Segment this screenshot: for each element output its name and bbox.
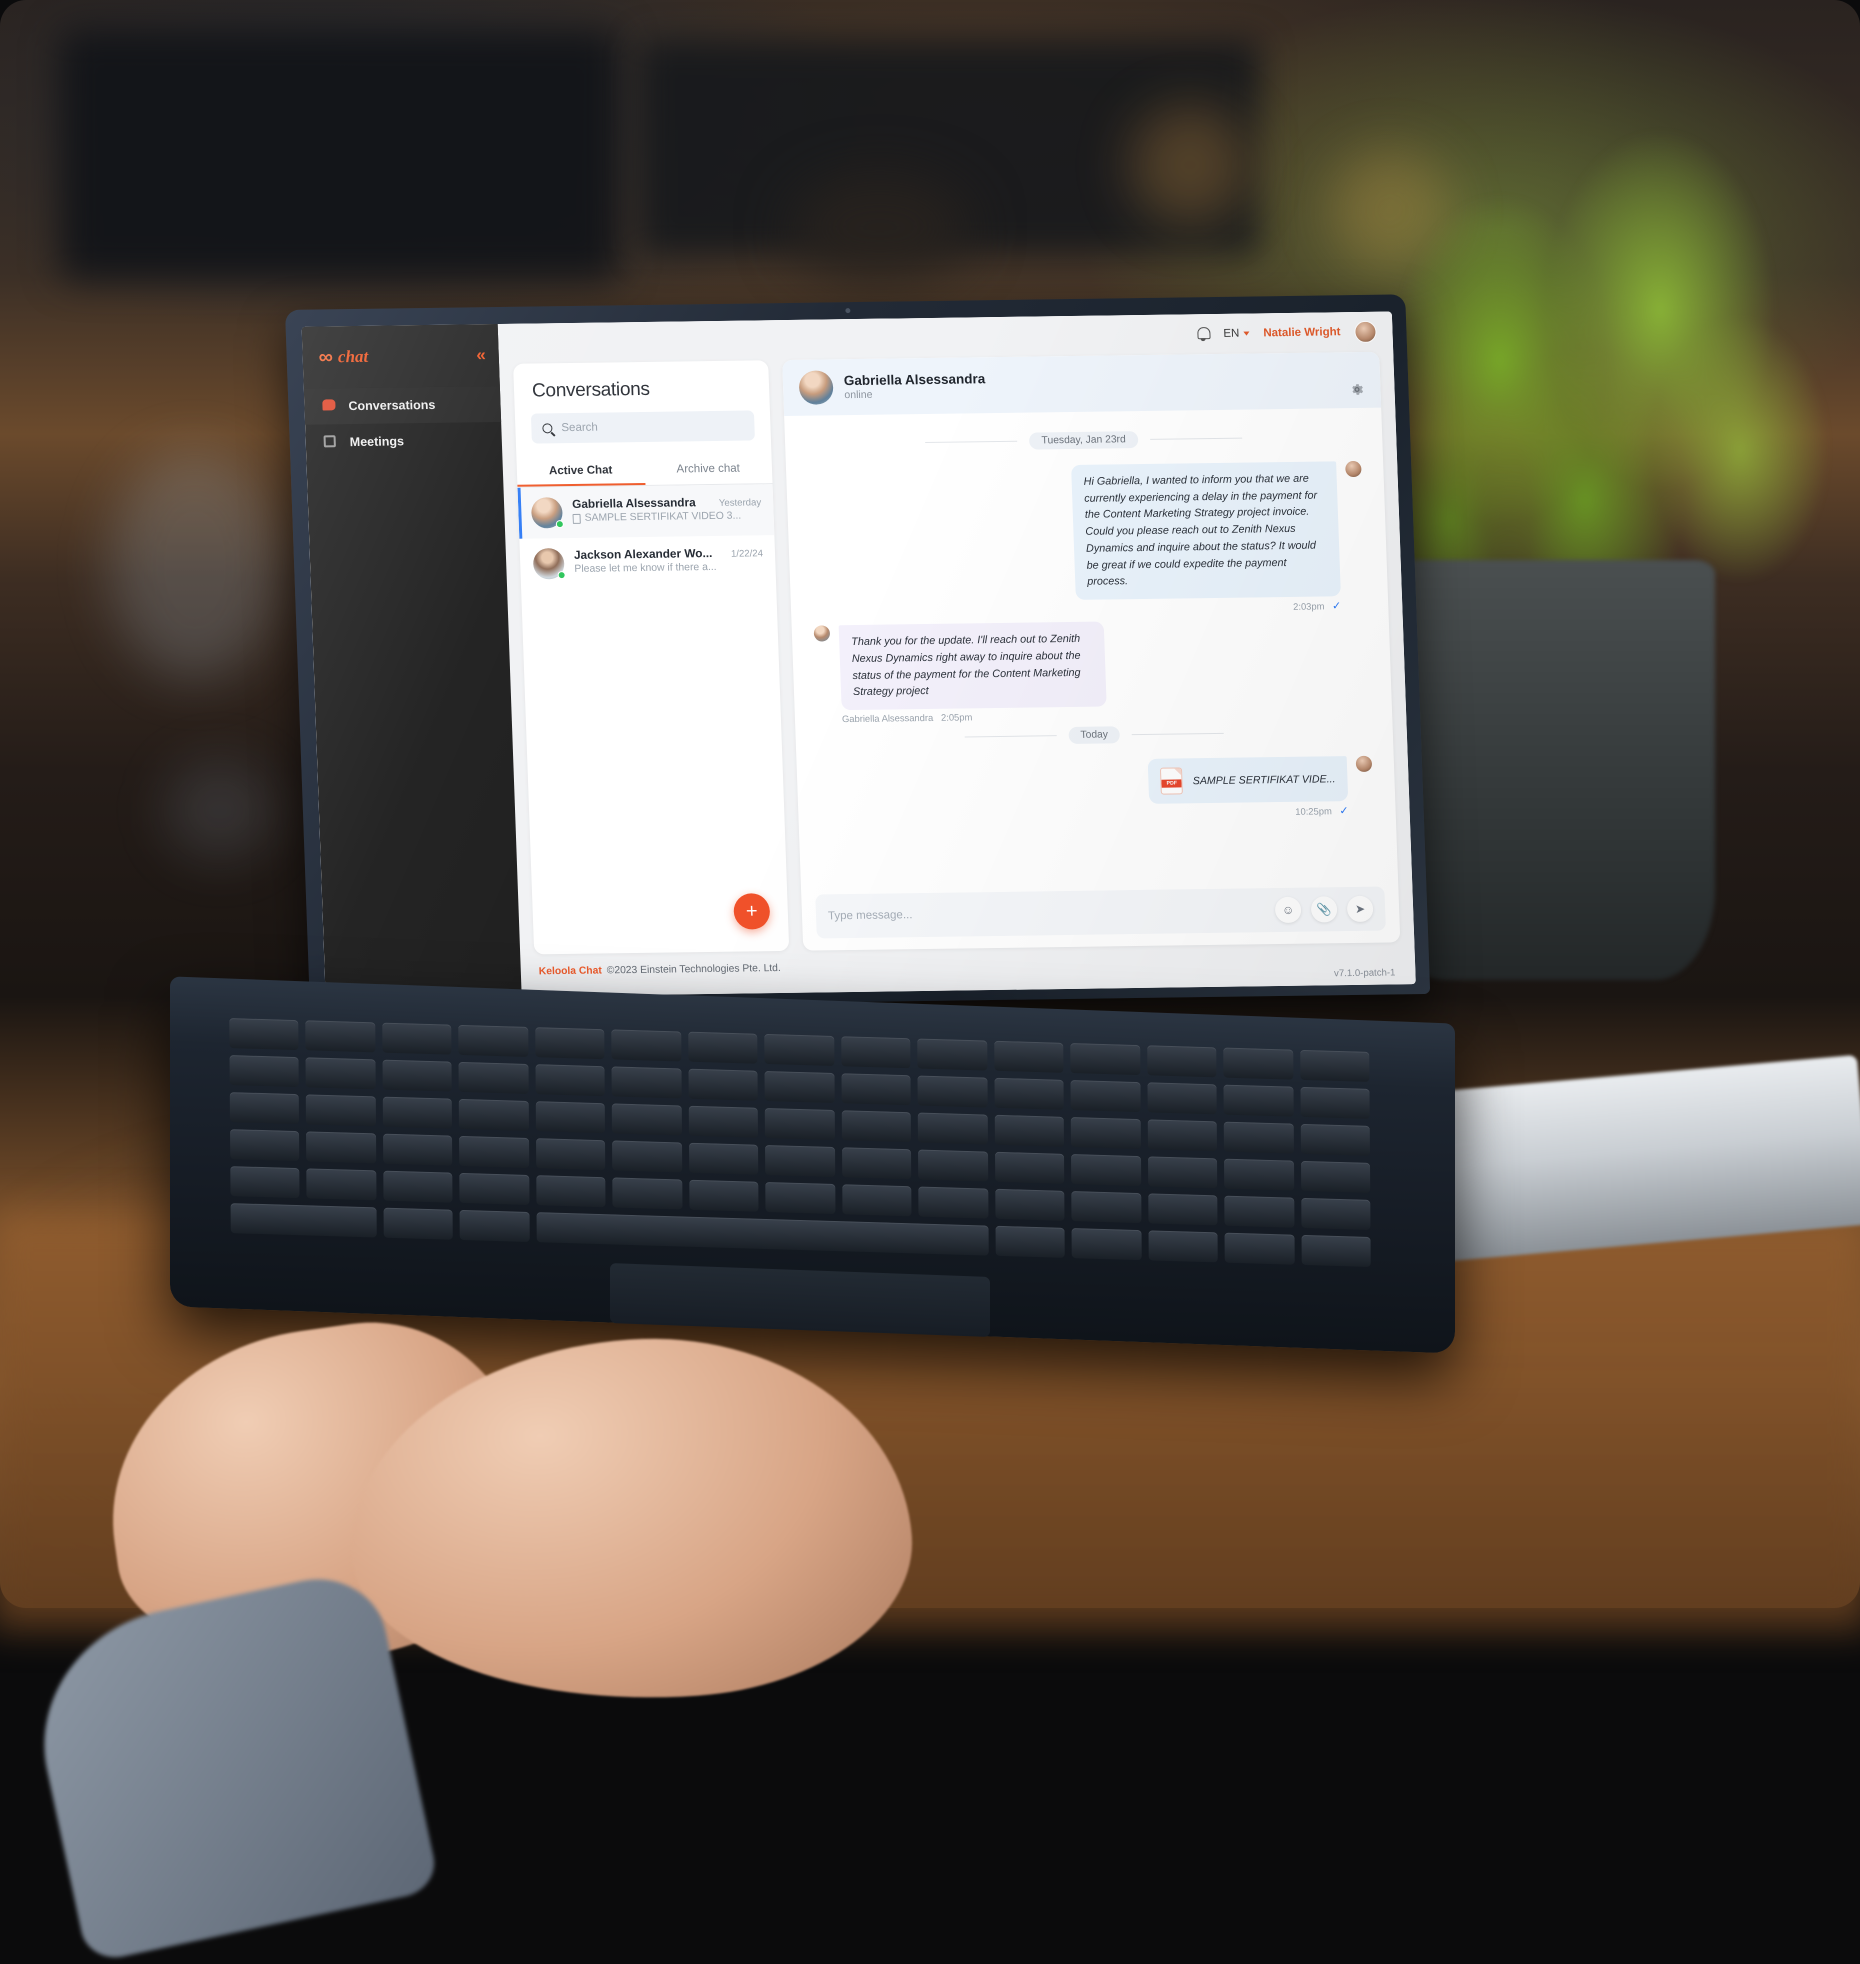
footer-brand[interactable]: Keloola Chat bbox=[539, 965, 602, 977]
message-meta: 2:03pm ✓ bbox=[1076, 599, 1342, 616]
search-icon bbox=[542, 423, 552, 433]
webcam-icon bbox=[845, 308, 850, 313]
pdf-label: PDF bbox=[1162, 779, 1182, 787]
avatar bbox=[799, 370, 834, 404]
conversation-preview-text: Please let me know if there a... bbox=[574, 562, 716, 575]
message-composer: ☺ 📎 ➤ bbox=[815, 887, 1386, 939]
online-status-dot bbox=[558, 571, 566, 579]
bg-light-1 bbox=[1130, 105, 1250, 225]
conversation-time: 1/22/24 bbox=[731, 548, 763, 559]
message-thread: Tuesday, Jan 23rd Hi Gabriella, I wanted… bbox=[784, 408, 1398, 895]
panes: Conversations Active Chat Archive chat bbox=[499, 352, 1415, 963]
message-time: 2:03pm bbox=[1293, 601, 1325, 612]
avatar bbox=[1356, 756, 1373, 772]
pdf-icon: PDF bbox=[1160, 767, 1183, 794]
conversation-preview-text: SAMPLE SERTIFIKAT VIDEO 3... bbox=[584, 511, 741, 524]
sidebar-item-meetings[interactable]: Meetings bbox=[305, 422, 502, 461]
avatar bbox=[1345, 461, 1362, 477]
chat-contact-name: Gabriella Alsessandra bbox=[844, 371, 986, 388]
sidebar-item-label: Conversations bbox=[348, 398, 435, 413]
bg-cup bbox=[790, 175, 970, 280]
conversation-name: Gabriella Alsessandra bbox=[572, 495, 696, 511]
message-time: 10:25pm bbox=[1295, 805, 1332, 817]
calendar-icon bbox=[324, 435, 339, 449]
page-title: Conversations bbox=[513, 360, 770, 414]
document-icon bbox=[572, 513, 580, 523]
language-selector[interactable]: EN bbox=[1223, 328, 1249, 340]
sidebar-brand-bar: ∞ chat « bbox=[302, 324, 500, 389]
conversation-time: Yesterday bbox=[719, 497, 762, 509]
avatar[interactable] bbox=[1354, 321, 1377, 343]
avatar bbox=[531, 497, 563, 528]
read-receipt-icon: ✓ bbox=[1332, 600, 1342, 612]
message-meta: Gabriella Alsessandra 2:05pm bbox=[842, 710, 1107, 725]
read-receipt-icon: ✓ bbox=[1339, 805, 1349, 817]
sidebar-item-label: Meetings bbox=[350, 434, 405, 449]
bg-monitor-left bbox=[60, 30, 620, 280]
date-divider-label: Today bbox=[1068, 726, 1120, 744]
chat-pane: Gabriella Alsessandra online bbox=[782, 352, 1400, 951]
app-version: v7.1.0-patch-1 bbox=[1334, 967, 1396, 979]
conversation-list: Gabriella Alsessandra Yesterday SAMPLE S… bbox=[518, 484, 790, 954]
conversations-pane: Conversations Active Chat Archive chat bbox=[513, 360, 789, 954]
laptop-lid: ∞ chat « Conversations Meetings bbox=[285, 294, 1430, 1009]
message-sender: Gabriella Alsessandra bbox=[842, 712, 934, 724]
date-divider-label: Tuesday, Jan 23rd bbox=[1029, 431, 1138, 449]
app-logo-text: chat bbox=[338, 347, 369, 367]
attachment-filename: SAMPLE SERTIFIKAT VIDE... bbox=[1193, 773, 1336, 787]
footer-copyright: ©2023 Einstein Technologies Pte. Ltd. bbox=[607, 963, 781, 976]
avatar bbox=[533, 548, 565, 579]
app-logo: ∞ chat bbox=[318, 345, 368, 369]
user-name[interactable]: Natalie Wright bbox=[1263, 326, 1341, 339]
message-meta: 10:25pm ✓ bbox=[1150, 804, 1349, 820]
message-time: 2:05pm bbox=[941, 711, 973, 722]
paperclip-icon[interactable]: 📎 bbox=[1311, 896, 1338, 922]
tab-active-chat[interactable]: Active Chat bbox=[516, 456, 645, 487]
laptop-screen: ∞ chat « Conversations Meetings bbox=[302, 312, 1416, 1000]
laptop-keyboard bbox=[229, 1018, 1370, 1267]
file-attachment-card[interactable]: PDF SAMPLE SERTIFIKAT VIDE... bbox=[1148, 756, 1348, 804]
chat-tabs: Active Chat Archive chat bbox=[516, 454, 772, 488]
chat-contact-status: online bbox=[844, 387, 986, 401]
date-divider: Today bbox=[817, 723, 1371, 748]
gear-icon[interactable] bbox=[1349, 382, 1365, 397]
chat-bubble-icon bbox=[322, 399, 337, 413]
emoji-icon[interactable]: ☺ bbox=[1275, 897, 1302, 923]
online-status-dot bbox=[556, 520, 564, 528]
send-icon[interactable]: ➤ bbox=[1347, 896, 1374, 922]
message-text: Hi Gabriella, I wanted to inform you tha… bbox=[1071, 461, 1341, 600]
message-text: Thank you for the update. I'll reach out… bbox=[839, 622, 1107, 711]
list-item[interactable]: Gabriella Alsessandra Yesterday SAMPLE S… bbox=[518, 484, 775, 539]
chat-header: Gabriella Alsessandra online bbox=[782, 352, 1381, 416]
collapse-sidebar-icon[interactable]: « bbox=[476, 345, 483, 365]
sidebar-item-conversations[interactable]: Conversations bbox=[304, 386, 501, 425]
message-outgoing: Hi Gabriella, I wanted to inform you tha… bbox=[808, 461, 1366, 620]
content-area: EN Natalie Wright Conversations bbox=[498, 312, 1416, 997]
conversation-preview: Please let me know if there a... bbox=[574, 561, 763, 575]
avatar bbox=[814, 625, 831, 641]
chevron-down-icon bbox=[1243, 332, 1249, 336]
conversation-preview: SAMPLE SERTIFIKAT VIDEO 3... bbox=[572, 510, 761, 524]
sidebar: ∞ chat « Conversations Meetings bbox=[302, 324, 522, 999]
chat-application: ∞ chat « Conversations Meetings bbox=[302, 312, 1416, 1000]
message-input[interactable] bbox=[828, 904, 1265, 922]
conversation-name: Jackson Alexander Wo... bbox=[574, 546, 713, 562]
search-box[interactable] bbox=[531, 410, 755, 443]
tab-archive-chat[interactable]: Archive chat bbox=[644, 454, 773, 485]
laptop: ∞ chat « Conversations Meetings bbox=[170, 310, 1450, 1320]
message-incoming: Thank you for the update. I'll reach out… bbox=[814, 618, 1371, 725]
bell-icon[interactable] bbox=[1196, 327, 1210, 341]
infinity-icon: ∞ bbox=[318, 346, 331, 369]
language-label: EN bbox=[1223, 328, 1239, 340]
message-attachment: PDF SAMPLE SERTIFIKAT VIDE... 10:25pm ✓ bbox=[819, 756, 1374, 825]
date-divider: Tuesday, Jan 23rd bbox=[807, 428, 1361, 453]
list-item[interactable]: Jackson Alexander Wo... 1/22/24 Please l… bbox=[519, 535, 776, 590]
search-input[interactable] bbox=[561, 420, 743, 435]
